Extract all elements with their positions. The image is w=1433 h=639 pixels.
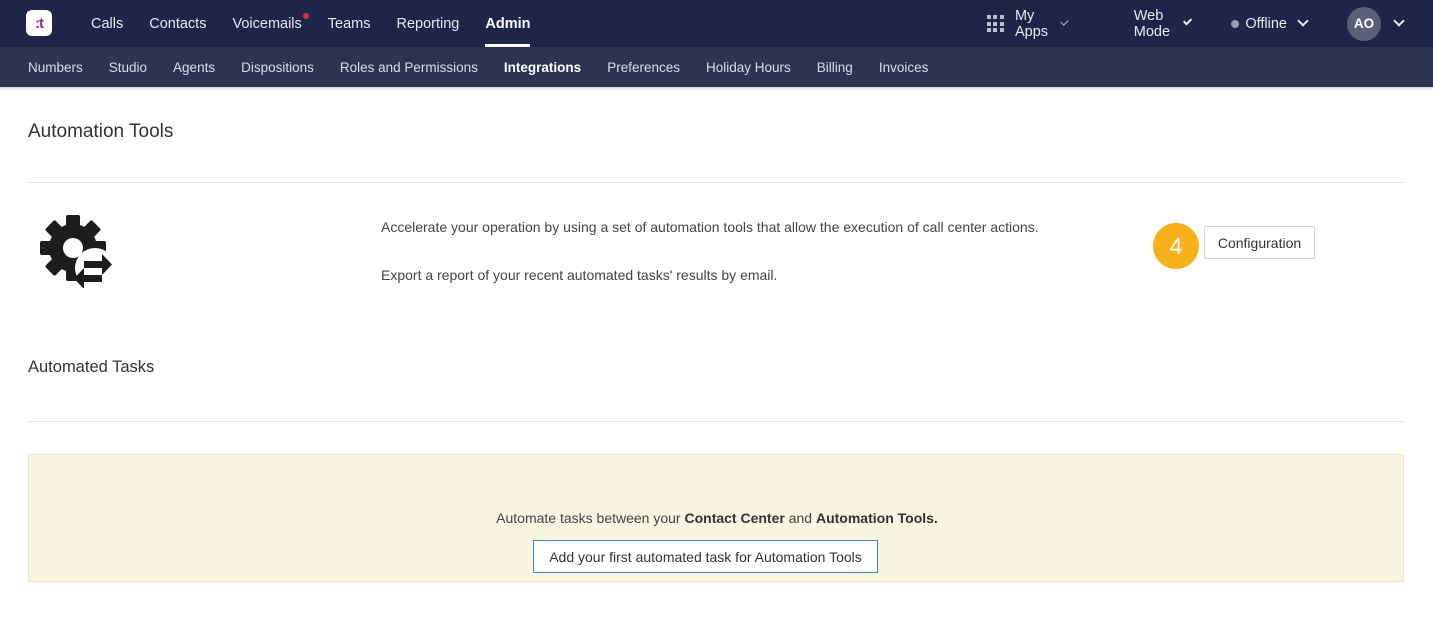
nav-item-teams[interactable]: Teams	[315, 0, 384, 47]
my-apps-button[interactable]: My Apps	[986, 0, 1069, 47]
add-automated-task-button[interactable]: Add your first automated task for Automa…	[533, 540, 878, 573]
logo-text: :t	[35, 14, 44, 32]
nav-item-label: Calls	[91, 15, 124, 32]
subnav-item-dispositions[interactable]: Dispositions	[228, 60, 327, 75]
subnav-item-billing[interactable]: Billing	[804, 60, 866, 75]
status-label: Offline	[1245, 15, 1287, 32]
nav-item-label: Voicemails	[232, 15, 302, 32]
nav-item-calls[interactable]: Calls	[78, 0, 136, 47]
status-dropdown[interactable]: Offline	[1231, 0, 1309, 47]
nav-item-label: Admin	[485, 15, 531, 32]
empty-state-text: Automate tasks between your Contact Cent…	[29, 510, 1405, 526]
section-title: Automated Tasks	[28, 358, 155, 376]
empty-state-panel: Automate tasks between your Contact Cent…	[28, 454, 1404, 582]
configuration-button[interactable]: Configuration	[1204, 226, 1315, 259]
chevron-down-icon	[1060, 16, 1069, 26]
status-dot-icon	[1231, 19, 1240, 28]
subnav-item-preferences[interactable]: Preferences	[594, 60, 693, 75]
subnav-item-studio[interactable]: Studio	[96, 60, 160, 75]
subnav-item-integrations[interactable]: Integrations	[491, 60, 594, 75]
subnav-item-roles-and-permissions[interactable]: Roles and Permissions	[327, 60, 491, 75]
step-badge: 4	[1153, 223, 1199, 269]
nav-item-label: Reporting	[396, 15, 460, 32]
subnav-item-holiday-hours[interactable]: Holiday Hours	[693, 60, 804, 75]
empty-text-prefix: Automate tasks between your	[496, 510, 685, 526]
subnav-item-numbers[interactable]: Numbers	[15, 60, 96, 75]
gear-arrows-icon	[38, 212, 115, 289]
top-navigation-bar: :t Calls Contacts Voicemails Teams Repor…	[0, 0, 1433, 47]
notification-dot-icon	[302, 13, 309, 19]
automation-tools-text: Automation Tools.	[815, 510, 938, 526]
export-report-text: Export a report of your recent automated…	[381, 267, 778, 283]
main-nav: Calls Contacts Voicemails Teams Reportin…	[78, 0, 543, 47]
chevron-down-icon	[1182, 16, 1193, 26]
description-text: Accelerate your operation by using a set…	[381, 219, 1039, 235]
grid-icon	[986, 15, 1004, 32]
talkdesk-logo-icon[interactable]: :t	[26, 10, 52, 36]
nav-item-contacts[interactable]: Contacts	[136, 0, 219, 47]
nav-item-admin[interactable]: Admin	[472, 0, 543, 47]
web-mode-dropdown[interactable]: Web Mode	[1133, 0, 1193, 47]
admin-subnav: Numbers Studio Agents Dispositions Roles…	[0, 47, 1433, 87]
divider	[28, 421, 1404, 422]
nav-item-label: Contacts	[149, 15, 207, 32]
chevron-down-icon	[1393, 15, 1405, 27]
avatar: AO	[1347, 6, 1381, 41]
nav-item-reporting[interactable]: Reporting	[384, 0, 473, 47]
user-menu[interactable]: AO	[1347, 0, 1405, 47]
contact-center-text: Contact Center	[684, 510, 785, 526]
page-title: Automation Tools	[28, 121, 174, 142]
my-apps-label: My Apps	[1014, 7, 1049, 40]
empty-text-middle: and	[784, 510, 816, 526]
subnav-item-agents[interactable]: Agents	[160, 60, 228, 75]
nav-item-label: Teams	[327, 15, 371, 32]
web-mode-label: Web Mode	[1133, 7, 1171, 40]
subnav-item-invoices[interactable]: Invoices	[866, 60, 942, 75]
chevron-down-icon	[1297, 15, 1309, 27]
divider	[28, 182, 1404, 183]
nav-item-voicemails[interactable]: Voicemails	[219, 0, 314, 47]
